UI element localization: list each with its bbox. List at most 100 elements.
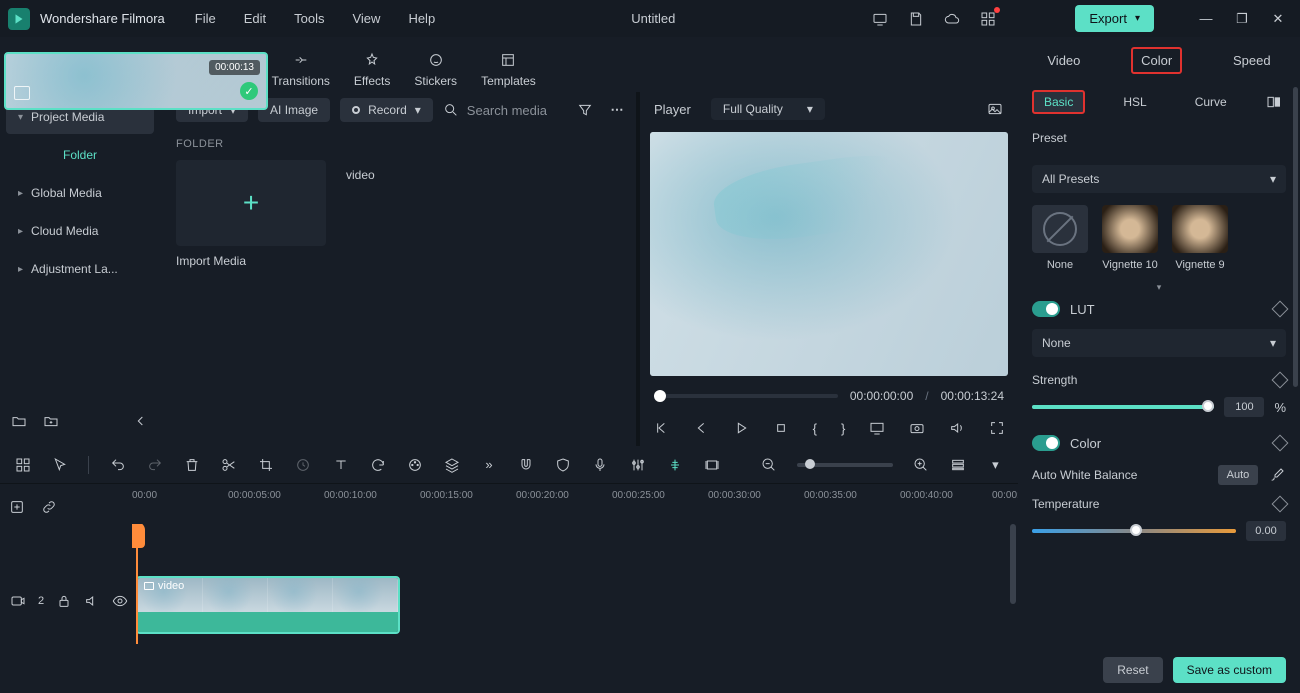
more-arrow-icon[interactable]: » (480, 456, 497, 474)
lut-select[interactable]: None▾ (1032, 329, 1286, 357)
snapshot-icon[interactable] (986, 100, 1004, 118)
auto-button[interactable]: Auto (1218, 465, 1258, 485)
timeline-scrollbar[interactable] (1010, 524, 1016, 604)
new-folder-plus-icon[interactable] (42, 412, 60, 430)
tab-color[interactable]: Color (1131, 47, 1182, 74)
menu-file[interactable]: File (195, 11, 216, 26)
zoom-slider[interactable] (797, 463, 892, 467)
timeline-clip[interactable]: video (136, 576, 400, 634)
rotate-icon[interactable] (369, 456, 386, 474)
scissors-icon[interactable] (221, 456, 238, 474)
link-icon[interactable] (40, 498, 58, 516)
mic-icon[interactable] (592, 456, 609, 474)
trash-icon[interactable] (183, 456, 200, 474)
preset-select[interactable]: All Presets▾ (1032, 165, 1286, 193)
menu-edit[interactable]: Edit (244, 11, 266, 26)
playhead[interactable] (136, 524, 138, 644)
new-folder-icon[interactable] (10, 412, 28, 430)
temperature-value[interactable]: 0.00 (1246, 521, 1286, 541)
color-toggle[interactable] (1032, 435, 1060, 451)
tab-speed[interactable]: Speed (1225, 49, 1279, 72)
stop-icon[interactable] (773, 419, 789, 437)
menu-help[interactable]: Help (408, 11, 435, 26)
marker-icon[interactable] (666, 456, 683, 474)
filter-icon[interactable] (576, 101, 594, 119)
text-icon[interactable] (332, 456, 349, 474)
volume-icon[interactable] (949, 419, 965, 437)
eyedropper-icon[interactable] (1268, 466, 1286, 484)
keyframe-icon[interactable] (1272, 301, 1289, 318)
compare-icon[interactable] (1265, 93, 1283, 111)
preview-viewport[interactable] (650, 132, 1008, 376)
export-button[interactable]: Export ▾ (1075, 5, 1154, 32)
collapse-sidebar-icon[interactable] (132, 412, 150, 430)
color-icon[interactable] (406, 456, 423, 474)
tab-stickers[interactable]: Stickers (414, 50, 457, 88)
tab-effects[interactable]: Effects (354, 50, 390, 88)
lock-icon[interactable] (56, 592, 72, 610)
preset-vignette-9[interactable]: Vignette 9 (1172, 205, 1228, 271)
strength-slider[interactable] (1032, 405, 1214, 409)
timeline-tracks[interactable]: video (132, 524, 1018, 644)
window-minimize[interactable]: — (1192, 11, 1220, 27)
window-maximize[interactable]: ❐ (1228, 11, 1256, 27)
subtab-curves[interactable]: Curve (1185, 92, 1237, 112)
keyframe-icon[interactable] (1272, 496, 1289, 513)
preset-none[interactable]: None (1032, 205, 1088, 271)
scrubber[interactable] (654, 394, 838, 398)
subtab-hsl[interactable]: HSL (1113, 92, 1156, 112)
sidebar-cloud-media[interactable]: ▸Cloud Media (6, 214, 154, 248)
video-track-icon[interactable] (10, 592, 26, 610)
quality-select[interactable]: Full Quality▾ (711, 98, 825, 120)
strength-value[interactable]: 100 (1224, 397, 1264, 417)
crop-icon[interactable] (258, 456, 275, 474)
timeline-ruler[interactable]: 00:00 00:00:05:00 00:00:10:00 00:00:15:0… (132, 484, 1018, 518)
ai-image-button[interactable]: AI Image (258, 98, 330, 122)
menu-tools[interactable]: Tools (294, 11, 324, 26)
subtab-basic[interactable]: Basic (1032, 90, 1085, 114)
lut-toggle[interactable] (1032, 301, 1060, 317)
mute-icon[interactable] (84, 592, 100, 610)
chevron-down-icon[interactable]: ▾ (987, 456, 1004, 474)
reset-button[interactable]: Reset (1103, 657, 1162, 683)
preset-vignette-10[interactable]: Vignette 10 (1102, 205, 1158, 271)
mark-out-icon[interactable]: } (841, 419, 845, 437)
search-input[interactable]: Search media (443, 102, 566, 118)
sidebar-folder[interactable]: Folder (6, 138, 154, 172)
temperature-slider[interactable] (1032, 529, 1236, 533)
apps-icon[interactable] (979, 10, 997, 28)
preset-expand[interactable]: ▾ (1018, 281, 1300, 293)
cursor-icon[interactable] (51, 456, 68, 474)
record-dropdown[interactable]: Record▾ (340, 98, 433, 122)
tv-icon[interactable] (869, 419, 885, 437)
mark-in-icon[interactable]: { (813, 419, 817, 437)
tab-transitions[interactable]: Transitions (272, 50, 330, 88)
save-custom-button[interactable]: Save as custom (1173, 657, 1286, 683)
magnet-icon[interactable] (518, 456, 535, 474)
frame-icon[interactable] (703, 456, 720, 474)
tab-templates[interactable]: Templates (481, 50, 536, 88)
visibility-icon[interactable] (112, 592, 128, 610)
speed-icon[interactable] (295, 456, 312, 474)
sidebar-adjustment-layer[interactable]: ▸Adjustment La... (6, 252, 154, 286)
shield-icon[interactable] (555, 456, 572, 474)
window-close[interactable]: ✕ (1264, 11, 1292, 27)
more-icon[interactable]: ⋯ (608, 101, 626, 119)
media-clip-card[interactable]: 00:00:13 ✓ video (346, 160, 496, 268)
import-media-card[interactable]: + Import Media (176, 160, 326, 268)
save-icon[interactable] (907, 10, 925, 28)
sidebar-global-media[interactable]: ▸Global Media (6, 176, 154, 210)
track-add-icon[interactable] (8, 498, 26, 516)
redo-icon[interactable] (146, 456, 163, 474)
play-icon[interactable] (733, 419, 749, 437)
tab-video[interactable]: Video (1039, 49, 1088, 72)
panel-scrollbar[interactable] (1293, 87, 1298, 387)
view-mode-icon[interactable] (950, 456, 967, 474)
prev-frame-icon[interactable] (653, 419, 669, 437)
menu-view[interactable]: View (352, 11, 380, 26)
keyframe-icon[interactable] (1272, 372, 1289, 389)
keyframe-icon[interactable] (1272, 435, 1289, 452)
undo-icon[interactable] (109, 456, 126, 474)
grid-icon[interactable] (14, 456, 31, 474)
layer-icon[interactable] (443, 456, 460, 474)
